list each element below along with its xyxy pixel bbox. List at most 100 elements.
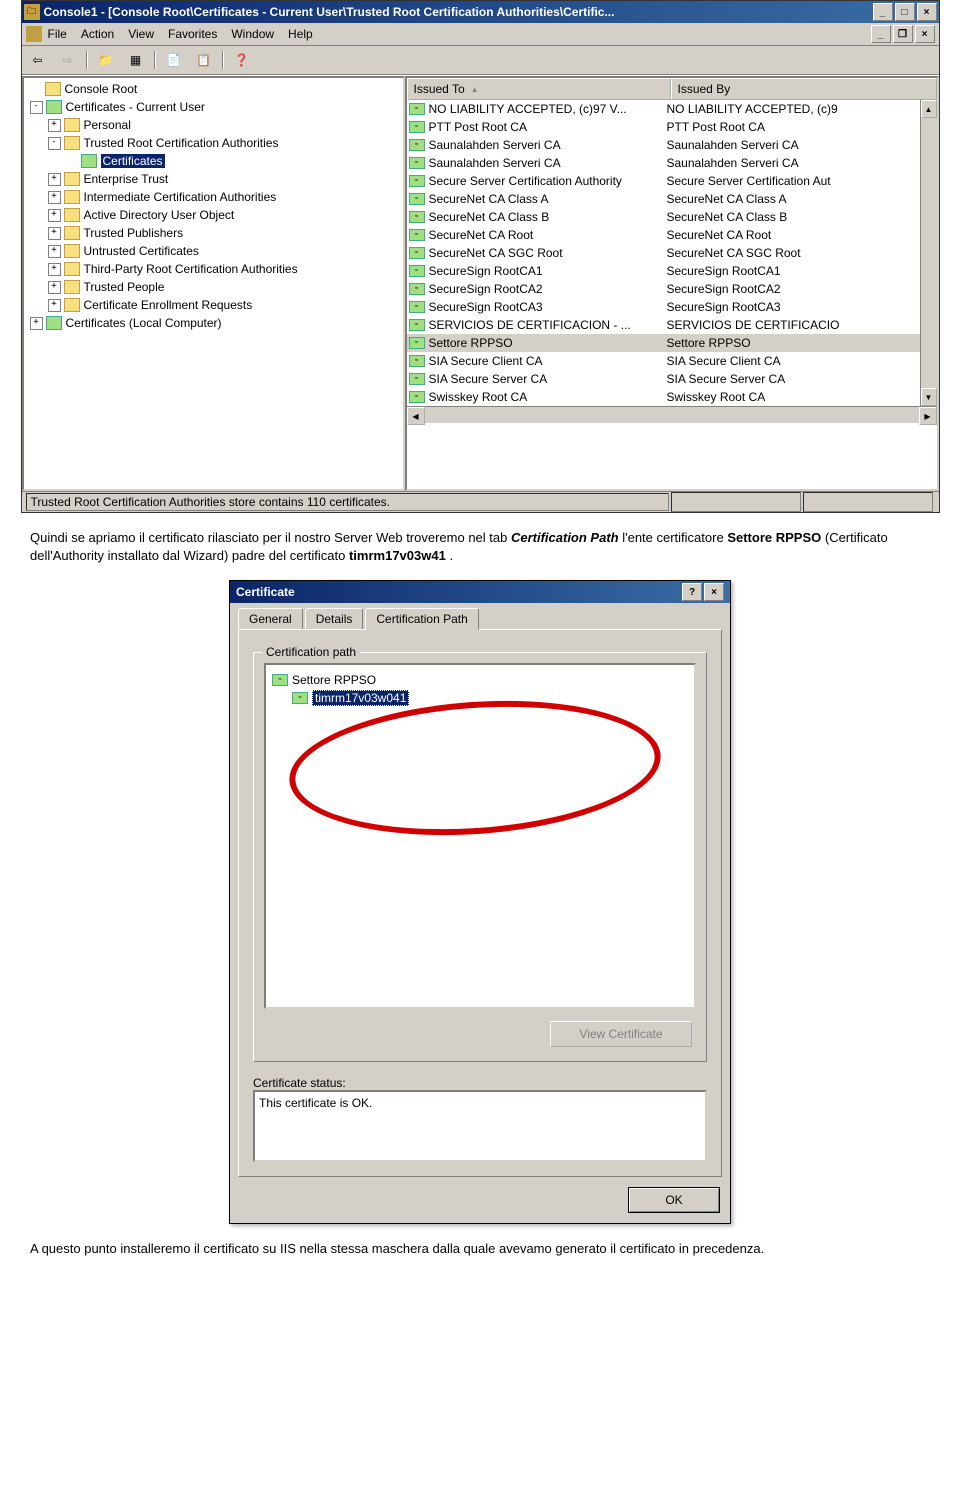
tree-expander-icon[interactable]: + <box>48 245 61 258</box>
tree-expander-icon[interactable]: + <box>30 317 43 330</box>
menu-favorites[interactable]: Favorites <box>168 27 217 41</box>
path-node[interactable]: ≈Settore RPPSO <box>272 671 688 689</box>
tree-node[interactable]: Certificates <box>26 152 401 170</box>
menu-view[interactable]: View <box>128 27 154 41</box>
table-row[interactable]: ≈SecureNet CA Class BSecureNet CA Class … <box>407 208 920 226</box>
minimize-button[interactable]: _ <box>873 3 893 21</box>
table-row[interactable]: ≈Swisskey Root CASwisskey Root CA <box>407 388 920 406</box>
tree-expander-icon[interactable]: + <box>48 281 61 294</box>
table-row[interactable]: ≈Saunalahden Serveri CASaunalahden Serve… <box>407 154 920 172</box>
table-row[interactable]: ≈SecureSign RootCA1SecureSign RootCA1 <box>407 262 920 280</box>
forward-arrow-icon[interactable]: ⇨ <box>56 49 80 71</box>
dialog-close-button[interactable]: × <box>704 583 724 601</box>
folder-icon <box>45 82 61 96</box>
certificate-icon: ≈ <box>409 103 425 115</box>
tree-node[interactable]: +Third-Party Root Certification Authorit… <box>26 260 401 278</box>
tree-node[interactable]: +Personal <box>26 116 401 134</box>
child-restore-button[interactable]: ❐ <box>893 25 913 43</box>
tree-node[interactable]: + Certificate Enrollment Requests <box>26 296 401 314</box>
table-row[interactable]: ≈SIA Secure Server CASIA Secure Server C… <box>407 370 920 388</box>
tree-expander-icon[interactable]: - <box>48 137 61 150</box>
show-hide-tree-icon[interactable]: ▦ <box>124 49 148 71</box>
tree-label: Certificate Enrollment Requests <box>84 298 253 312</box>
close-button[interactable]: × <box>917 3 937 21</box>
cert-status-box: This certificate is OK. <box>253 1090 707 1162</box>
tree-label: Console Root <box>65 82 138 96</box>
folder-icon <box>64 190 80 204</box>
table-row[interactable]: ≈NO LIABILITY ACCEPTED, (c)97 V...NO LIA… <box>407 100 920 118</box>
certificate-icon: ≈ <box>409 373 425 385</box>
tree-node[interactable]: Console Root <box>26 80 401 98</box>
folder-icon <box>64 208 80 222</box>
tree-node[interactable]: +Certificates (Local Computer) <box>26 314 401 332</box>
certificate-icon: ≈ <box>409 193 425 205</box>
export-list-icon[interactable]: 📋 <box>192 49 216 71</box>
column-header-issued-by[interactable]: Issued By <box>671 78 937 100</box>
up-folder-icon[interactable]: 📁 <box>94 49 118 71</box>
table-row[interactable]: ≈SERVICIOS DE CERTIFICACION - ...SERVICI… <box>407 316 920 334</box>
table-row[interactable]: ≈SecureSign RootCA3SecureSign RootCA3 <box>407 298 920 316</box>
certificate-icon: ≈ <box>409 355 425 367</box>
child-close-button[interactable]: × <box>915 25 935 43</box>
tree-node[interactable]: +Trusted People <box>26 278 401 296</box>
menu-action[interactable]: Action <box>81 27 114 41</box>
child-minimize-button[interactable]: _ <box>871 25 891 43</box>
scroll-left-icon[interactable]: ◀ <box>407 407 425 425</box>
folder-icon <box>64 136 80 150</box>
back-arrow-icon[interactable]: ⇦ <box>26 49 50 71</box>
status-text: Trusted Root Certification Authorities s… <box>26 493 669 511</box>
tree-expander-icon[interactable]: + <box>48 209 61 222</box>
tab-general[interactable]: General <box>238 608 303 630</box>
dialog-titlebar[interactable]: Certificate ? × <box>230 581 730 603</box>
mmc-titlebar[interactable]: 🗀 Console1 - [Console Root\Certificates … <box>22 1 939 23</box>
table-row[interactable]: ≈PTT Post Root CAPTT Post Root CA <box>407 118 920 136</box>
path-node[interactable]: ≈timrm17v03w041 <box>272 689 688 707</box>
folder-icon <box>64 262 80 276</box>
tree-node[interactable]: +Untrusted Certificates <box>26 242 401 260</box>
horizontal-scrollbar[interactable]: ◀ ▶ <box>407 406 937 423</box>
table-row[interactable]: ≈SecureNet CA RootSecureNet CA Root <box>407 226 920 244</box>
table-row[interactable]: ≈Secure Server Certification AuthoritySe… <box>407 172 920 190</box>
tree-pane[interactable]: Console Root -Certificates - Current User… <box>22 76 405 491</box>
table-row[interactable]: ≈SIA Secure Client CASIA Secure Client C… <box>407 352 920 370</box>
tree-node[interactable]: +Enterprise Trust <box>26 170 401 188</box>
table-row[interactable]: ≈Saunalahden Serveri CASaunalahden Serve… <box>407 136 920 154</box>
certificate-icon: ≈ <box>409 211 425 223</box>
tree-expander-icon[interactable]: + <box>48 227 61 240</box>
tree-expander-icon[interactable]: + <box>48 173 61 186</box>
refresh-icon[interactable]: 📄 <box>162 49 186 71</box>
scroll-up-icon[interactable]: ▲ <box>921 100 937 118</box>
help-icon[interactable]: ❓ <box>230 49 254 71</box>
tree-node[interactable]: +Trusted Publishers <box>26 224 401 242</box>
tree-node[interactable]: -Certificates - Current User <box>26 98 401 116</box>
tab-certification-path[interactable]: Certification Path <box>365 608 478 630</box>
path-label: timrm17v03w041 <box>312 690 409 706</box>
ok-button[interactable]: OK <box>628 1187 720 1213</box>
menu-window[interactable]: Window <box>231 27 274 41</box>
tree-expander-icon[interactable]: + <box>48 191 61 204</box>
maximize-button[interactable]: □ <box>895 3 915 21</box>
tab-details[interactable]: Details <box>305 608 364 630</box>
menu-help[interactable]: Help <box>288 27 313 41</box>
table-row[interactable]: ≈SecureSign RootCA2SecureSign RootCA2 <box>407 280 920 298</box>
certificate-list[interactable]: ≈NO LIABILITY ACCEPTED, (c)97 V...NO LIA… <box>407 100 920 406</box>
tree-node[interactable]: +Intermediate Certification Authorities <box>26 188 401 206</box>
tree-expander-icon[interactable]: + <box>48 119 61 132</box>
tree-node[interactable]: +Active Directory User Object <box>26 206 401 224</box>
menu-file[interactable]: File <box>48 27 67 41</box>
certification-path-tree[interactable]: ≈Settore RPPSO≈timrm17v03w041 <box>264 663 696 1009</box>
table-row[interactable]: ≈SecureNet CA SGC RootSecureNet CA SGC R… <box>407 244 920 262</box>
tree-expander-icon[interactable]: - <box>30 101 43 114</box>
scroll-down-icon[interactable]: ▼ <box>921 388 937 406</box>
table-row[interactable]: ≈Settore RPPSOSettore RPPSO <box>407 334 920 352</box>
scroll-right-icon[interactable]: ▶ <box>919 407 937 425</box>
tree-node[interactable]: -Trusted Root Certification Authorities <box>26 134 401 152</box>
column-header-issued-to[interactable]: Issued To ▲ <box>407 78 671 100</box>
vertical-scrollbar[interactable]: ▲ ▼ <box>920 100 937 406</box>
certification-path-group: Certification path ≈Settore RPPSO≈timrm1… <box>253 652 707 1062</box>
certificate-icon: ≈ <box>409 337 425 349</box>
tree-expander-icon[interactable]: + <box>48 299 61 312</box>
table-row[interactable]: ≈SecureNet CA Class ASecureNet CA Class … <box>407 190 920 208</box>
context-help-button[interactable]: ? <box>682 583 702 601</box>
tree-expander-icon[interactable]: + <box>48 263 61 276</box>
